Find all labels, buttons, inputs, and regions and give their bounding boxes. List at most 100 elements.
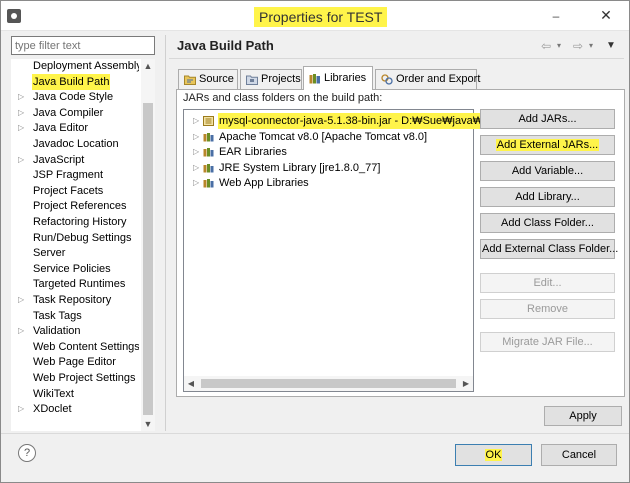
tab-order-export-label: Order and Export <box>396 73 481 85</box>
sidebar-item[interactable]: Javadoc Location <box>11 136 139 152</box>
title-bar: Properties for TEST – ✕ <box>1 1 629 31</box>
expand-arrow-icon[interactable]: ▷ <box>193 113 199 129</box>
expand-arrow-icon[interactable]: ▷ <box>18 105 28 121</box>
sidebar-item-label: Java Build Path <box>32 73 111 90</box>
build-path-caption: JARs and class folders on the build path… <box>183 92 383 104</box>
library-row[interactable]: ▷ JRE System Library [jre1.8.0_77] <box>184 160 473 176</box>
help-icon[interactable]: ? <box>18 444 36 462</box>
tab-projects[interactable]: Projects <box>240 69 302 89</box>
expand-arrow-icon[interactable]: ▷ <box>193 129 199 145</box>
add-external-jars-label: Add External JARs... <box>495 139 600 151</box>
remove-label: Remove <box>527 303 568 315</box>
sidebar-item[interactable]: ▷ Java Editor <box>11 120 139 136</box>
library-row[interactable]: ▷ Apache Tomcat v8.0 [Apache Tomcat v8.0] <box>184 129 473 145</box>
library-row[interactable]: ▷ EAR Libraries <box>184 144 473 160</box>
horizontal-scroll-thumb[interactable] <box>201 379 456 388</box>
scroll-down-icon[interactable]: ▼ <box>141 417 155 431</box>
sidebar-item[interactable]: Project Facets <box>11 183 139 199</box>
back-history-dropdown-icon[interactable]: ▾ <box>557 41 561 50</box>
sidebar-item[interactable]: JSP Fragment <box>11 167 139 183</box>
sidebar-item-label: Validation <box>33 325 81 338</box>
sidebar-item[interactable]: ▷ Java Code Style <box>11 89 139 105</box>
sidebar-item-label: Refactoring History <box>33 216 127 228</box>
sidebar-item[interactable]: Server <box>11 245 139 261</box>
sidebar-item[interactable]: Web Project Settings <box>11 370 139 386</box>
migrate-jar-label: Migrate JAR File... <box>502 336 593 348</box>
sidebar-item[interactable]: Service Policies <box>11 261 139 277</box>
expand-arrow-icon[interactable]: ▷ <box>18 120 28 136</box>
expand-arrow-icon[interactable]: ▷ <box>18 89 28 105</box>
minimize-button[interactable]: – <box>548 9 564 23</box>
library-row[interactable]: ▷ Web App Libraries <box>184 175 473 191</box>
remove-button[interactable]: Remove <box>480 299 615 319</box>
footer-separator <box>1 433 629 434</box>
sidebar-item[interactable]: ▷ Task Repository <box>11 292 139 308</box>
sidebar-item[interactable]: ▷ Java Compiler <box>11 105 139 121</box>
forward-arrow-icon[interactable]: ⇨ <box>573 39 583 53</box>
sidebar-item-label: Java Compiler <box>33 106 104 119</box>
library-row[interactable]: ▷ mysql-connector-java-5.1.38-bin.jar - D… <box>184 113 487 129</box>
sidebar-item-label: Deployment Assembly <box>33 60 139 72</box>
ok-button[interactable]: OK <box>455 444 532 466</box>
panel-divider[interactable] <box>165 35 166 431</box>
properties-dialog: Properties for TEST – ✕ Deployment Assem… <box>0 0 630 483</box>
add-class-folder-label: Add Class Folder... <box>501 217 594 229</box>
expand-arrow-icon[interactable]: ▷ <box>193 160 199 176</box>
expand-arrow-icon[interactable]: ▷ <box>193 144 199 160</box>
sidebar-item[interactable]: Refactoring History <box>11 214 139 230</box>
order-export-icon <box>381 74 393 85</box>
apply-button[interactable]: Apply <box>544 406 622 426</box>
expand-arrow-icon[interactable]: ▷ <box>193 175 199 191</box>
sidebar-item[interactable]: ▷ Validation <box>11 323 139 339</box>
sidebar-item[interactable]: Targeted Runtimes <box>11 276 139 292</box>
sidebar-item[interactable]: Project References <box>11 198 139 214</box>
sidebar-item-label: Project Facets <box>33 184 104 197</box>
tab-libraries[interactable]: Libraries <box>303 66 373 90</box>
scroll-right-icon[interactable]: ▶ <box>459 376 473 391</box>
sidebar-item[interactable]: Web Content Settings <box>11 339 139 355</box>
expand-arrow-icon[interactable]: ▷ <box>18 401 28 417</box>
expand-arrow-icon[interactable]: ▷ <box>18 323 28 339</box>
sidebar-item-label: Task Repository <box>33 294 112 306</box>
tab-source[interactable]: Source <box>178 69 238 89</box>
libraries-tree[interactable]: ▷ mysql-connector-java-5.1.38-bin.jar - D… <box>183 109 487 392</box>
close-button[interactable]: ✕ <box>587 5 625 25</box>
sidebar-item-label: Task Tags <box>33 309 82 322</box>
add-external-jars-button[interactable]: Add External JARs... <box>480 135 615 155</box>
add-variable-button[interactable]: Add Variable... <box>480 161 615 181</box>
tab-projects-label: Projects <box>261 73 301 85</box>
scroll-thumb[interactable] <box>143 103 153 415</box>
cancel-label: Cancel <box>561 449 597 461</box>
tab-order-export[interactable]: Order and Export <box>375 69 481 89</box>
back-arrow-icon[interactable]: ⇦ <box>541 39 551 53</box>
add-library-label: Add Library... <box>515 191 580 203</box>
add-library-button[interactable]: Add Library... <box>480 187 615 207</box>
cancel-button[interactable]: Cancel <box>541 444 617 466</box>
sidebar-item[interactable]: ▷ XDoclet <box>11 401 139 417</box>
filter-input[interactable] <box>11 36 155 55</box>
view-menu-icon[interactable]: ▼ <box>606 40 616 51</box>
scroll-up-icon[interactable]: ▲ <box>141 59 155 73</box>
add-class-folder-button[interactable]: Add Class Folder... <box>480 213 615 233</box>
edit-button[interactable]: Edit... <box>480 273 615 293</box>
add-jars-button[interactable]: Add JARs... <box>480 109 615 129</box>
library-label: Apache Tomcat v8.0 [Apache Tomcat v8.0] <box>219 130 428 143</box>
apply-label: Apply <box>569 410 597 422</box>
sidebar-item[interactable]: Java Build Path <box>11 73 139 90</box>
sidebar-item[interactable]: Run/Debug Settings <box>11 230 139 246</box>
dialog-title: Properties for TEST <box>254 7 388 27</box>
sidebar-vertical-scrollbar[interactable]: ▲ ▼ <box>141 59 155 431</box>
forward-history-dropdown-icon[interactable]: ▾ <box>589 41 593 50</box>
sidebar-item[interactable]: Web Page Editor <box>11 354 139 370</box>
libraries-horizontal-scrollbar[interactable]: ◀ ▶ <box>184 376 473 391</box>
sidebar-item[interactable]: WikiText <box>11 386 139 402</box>
migrate-jar-button[interactable]: Migrate JAR File... <box>480 332 615 352</box>
sidebar-item[interactable]: Deployment Assembly <box>11 59 139 74</box>
sidebar-item[interactable]: ▷ JavaScript <box>11 152 139 168</box>
scroll-left-icon[interactable]: ◀ <box>184 376 198 391</box>
add-external-class-folder-button[interactable]: Add External Class Folder... <box>480 239 618 259</box>
add-jars-label: Add JARs... <box>518 113 577 125</box>
expand-arrow-icon[interactable]: ▷ <box>18 292 28 308</box>
expand-arrow-icon[interactable]: ▷ <box>18 152 28 168</box>
sidebar-item[interactable]: Task Tags <box>11 308 139 324</box>
